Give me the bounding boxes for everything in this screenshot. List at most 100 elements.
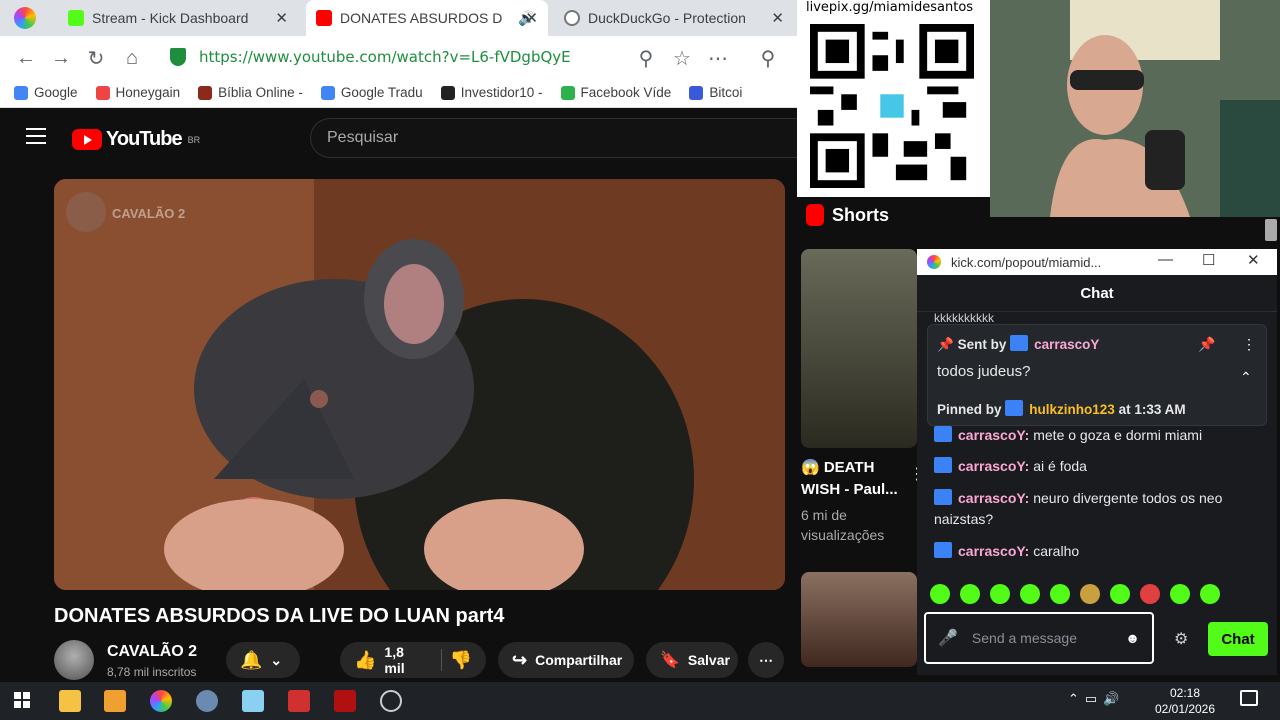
webcam-image	[990, 0, 1280, 217]
short-thumbnail[interactable]	[801, 249, 917, 448]
emote-icon[interactable]	[1020, 584, 1040, 604]
reload-icon[interactable]: ↻	[82, 44, 110, 72]
google-icon	[14, 85, 28, 100]
bookmark-translate[interactable]: Google Tradu	[320, 85, 423, 100]
bookmark-honeygain[interactable]: Honeygain	[95, 85, 180, 100]
thumbs-down-icon[interactable]: 👎	[450, 650, 472, 671]
globe-icon	[564, 10, 580, 26]
chat-message: carrascoY: neuro divergente todos os neo…	[934, 489, 1223, 527]
maximize-icon[interactable]: ☐	[1202, 251, 1215, 269]
tab-label: DONATES ABSURDOS D	[340, 10, 503, 26]
search-icon[interactable]: ⚲	[754, 44, 782, 72]
bookmarks-bar: Google Honeygain Bíblia Online - Google …	[0, 78, 800, 108]
tab-kick-dashboard[interactable]: Stream - Kick Dashboard ✕	[58, 0, 298, 36]
settings-gear-icon[interactable]: ⚙	[1174, 629, 1188, 649]
windows-start-icon[interactable]	[14, 692, 30, 708]
secure-shield-icon[interactable]	[170, 48, 186, 66]
browser-menu-icon[interactable]	[14, 7, 36, 29]
flash-icon[interactable]	[334, 690, 356, 712]
chevron-up-icon[interactable]: ⌃	[1240, 369, 1252, 386]
unpin-icon[interactable]: 📌	[1198, 336, 1215, 353]
system-clock[interactable]: 02:18 02/01/2026	[1150, 685, 1220, 717]
emote-icon[interactable]	[930, 584, 950, 604]
bookmark-icon: 🔖	[660, 652, 680, 669]
chat-message: carrascoY: caralho	[934, 541, 1254, 562]
play-logo-icon	[72, 129, 102, 150]
close-icon[interactable]: ✕	[275, 9, 288, 27]
emote-icon[interactable]	[1140, 584, 1160, 604]
short-views: 6 mi de visualizações	[801, 507, 885, 543]
emoji-icon[interactable]: ☻	[1125, 630, 1140, 646]
bookmark-biblia[interactable]: Bíblia Online -	[198, 85, 303, 100]
pinned-by: Pinned by hulkzinho123 at 1:33 AM	[937, 400, 1186, 417]
file-explorer-icon[interactable]	[59, 690, 81, 712]
facebook-video-icon	[560, 85, 575, 100]
minimize-icon[interactable]: —	[1158, 251, 1173, 268]
tab-duckduckgo[interactable]: DuckDuckGo - Protection ✕	[554, 0, 794, 36]
subscribe-bell-button[interactable]: 🔔 ⌄	[226, 642, 300, 678]
bible-icon	[198, 85, 213, 100]
video-player[interactable]: CAVALÃO 2	[54, 179, 785, 590]
chat-message-input[interactable]: 🎤 Send a message ☻	[924, 612, 1154, 664]
vertical-more-icon[interactable]: ⋮	[1242, 336, 1256, 353]
video-title: DONATES ABSURDOS DA LIVE DO LUAN part4	[54, 605, 505, 627]
scrollbar-thumb[interactable]	[1265, 219, 1277, 241]
bookmark-bitcoin[interactable]: Bitcoi	[689, 85, 742, 100]
bitcoin-icon	[689, 85, 704, 100]
close-icon[interactable]: ✕	[525, 9, 538, 27]
subscriber-count: 8,78 mil inscritos	[107, 665, 197, 679]
emote-icon[interactable]	[1080, 584, 1100, 604]
save-button[interactable]: 🔖 Salvar	[646, 642, 738, 678]
back-arrow-icon[interactable]: ←	[12, 44, 40, 72]
notification-icon[interactable]	[1240, 690, 1258, 706]
share-button[interactable]: ↪ Compartilhar	[498, 642, 634, 678]
bookmark-facebook[interactable]: Facebook Víde	[560, 85, 671, 100]
star-icon[interactable]: ☆	[668, 44, 696, 72]
bookmark-google[interactable]: Google	[14, 85, 78, 100]
obs-icon[interactable]	[380, 690, 402, 712]
close-icon[interactable]: ✕	[1247, 251, 1260, 269]
emote-bar	[930, 584, 1220, 604]
user-badge-icon	[1010, 335, 1029, 352]
user-badge-icon	[934, 489, 952, 506]
emote-icon[interactable]	[960, 584, 980, 604]
browser-logo-icon	[927, 255, 941, 269]
youtube-logo[interactable]: YouTube BR	[72, 128, 200, 151]
channel-avatar[interactable]	[54, 640, 94, 680]
system-tray-icons[interactable]: ⌃▭🔊	[1068, 691, 1125, 707]
media-player-icon[interactable]	[104, 690, 126, 712]
hamburger-menu-icon[interactable]	[26, 128, 46, 144]
share-arrow-icon: ↪	[512, 649, 528, 670]
short-thumbnail[interactable]	[801, 572, 917, 667]
youtube-icon	[316, 10, 332, 26]
translate-icon	[320, 85, 335, 100]
short-title[interactable]: 😱 DEATH WISH - Paul...	[801, 457, 906, 501]
app-icon[interactable]	[242, 690, 264, 712]
calculator-icon[interactable]	[288, 690, 310, 712]
emote-icon[interactable]	[990, 584, 1010, 604]
like-button[interactable]: 👍 1,8 mil 👎	[340, 642, 486, 678]
emote-icon[interactable]	[1050, 584, 1070, 604]
paint-icon[interactable]	[196, 690, 218, 712]
video-frame	[54, 179, 785, 590]
emote-icon[interactable]	[1170, 584, 1190, 604]
emote-icon[interactable]	[1200, 584, 1220, 604]
close-icon[interactable]: ✕	[771, 9, 784, 27]
more-actions-button[interactable]: ⋯	[748, 642, 784, 678]
bell-icon: 🔔	[240, 649, 263, 670]
thumbs-up-icon: 👍	[354, 649, 377, 670]
zoom-icon[interactable]: ⚲	[632, 44, 660, 72]
microphone-icon[interactable]: 🎤	[938, 628, 958, 648]
send-chat-button[interactable]: Chat	[1208, 622, 1268, 656]
home-icon[interactable]: ⌂	[118, 44, 146, 72]
user-badge-icon	[934, 457, 952, 474]
channel-name[interactable]: CAVALÃO 2	[107, 643, 197, 661]
forward-arrow-icon[interactable]: →	[47, 44, 75, 72]
browser-taskbar-icon[interactable]	[150, 690, 172, 712]
more-icon[interactable]: ⋯	[704, 44, 732, 72]
tab-youtube-video[interactable]: DONATES ABSURDOS D 🔊 ✕	[306, 0, 548, 36]
shorts-icon	[806, 204, 824, 226]
emote-icon[interactable]	[1110, 584, 1130, 604]
bookmark-investidor10[interactable]: Investidor10 -	[440, 85, 543, 100]
search-input[interactable]: Pesquisar	[310, 118, 800, 158]
